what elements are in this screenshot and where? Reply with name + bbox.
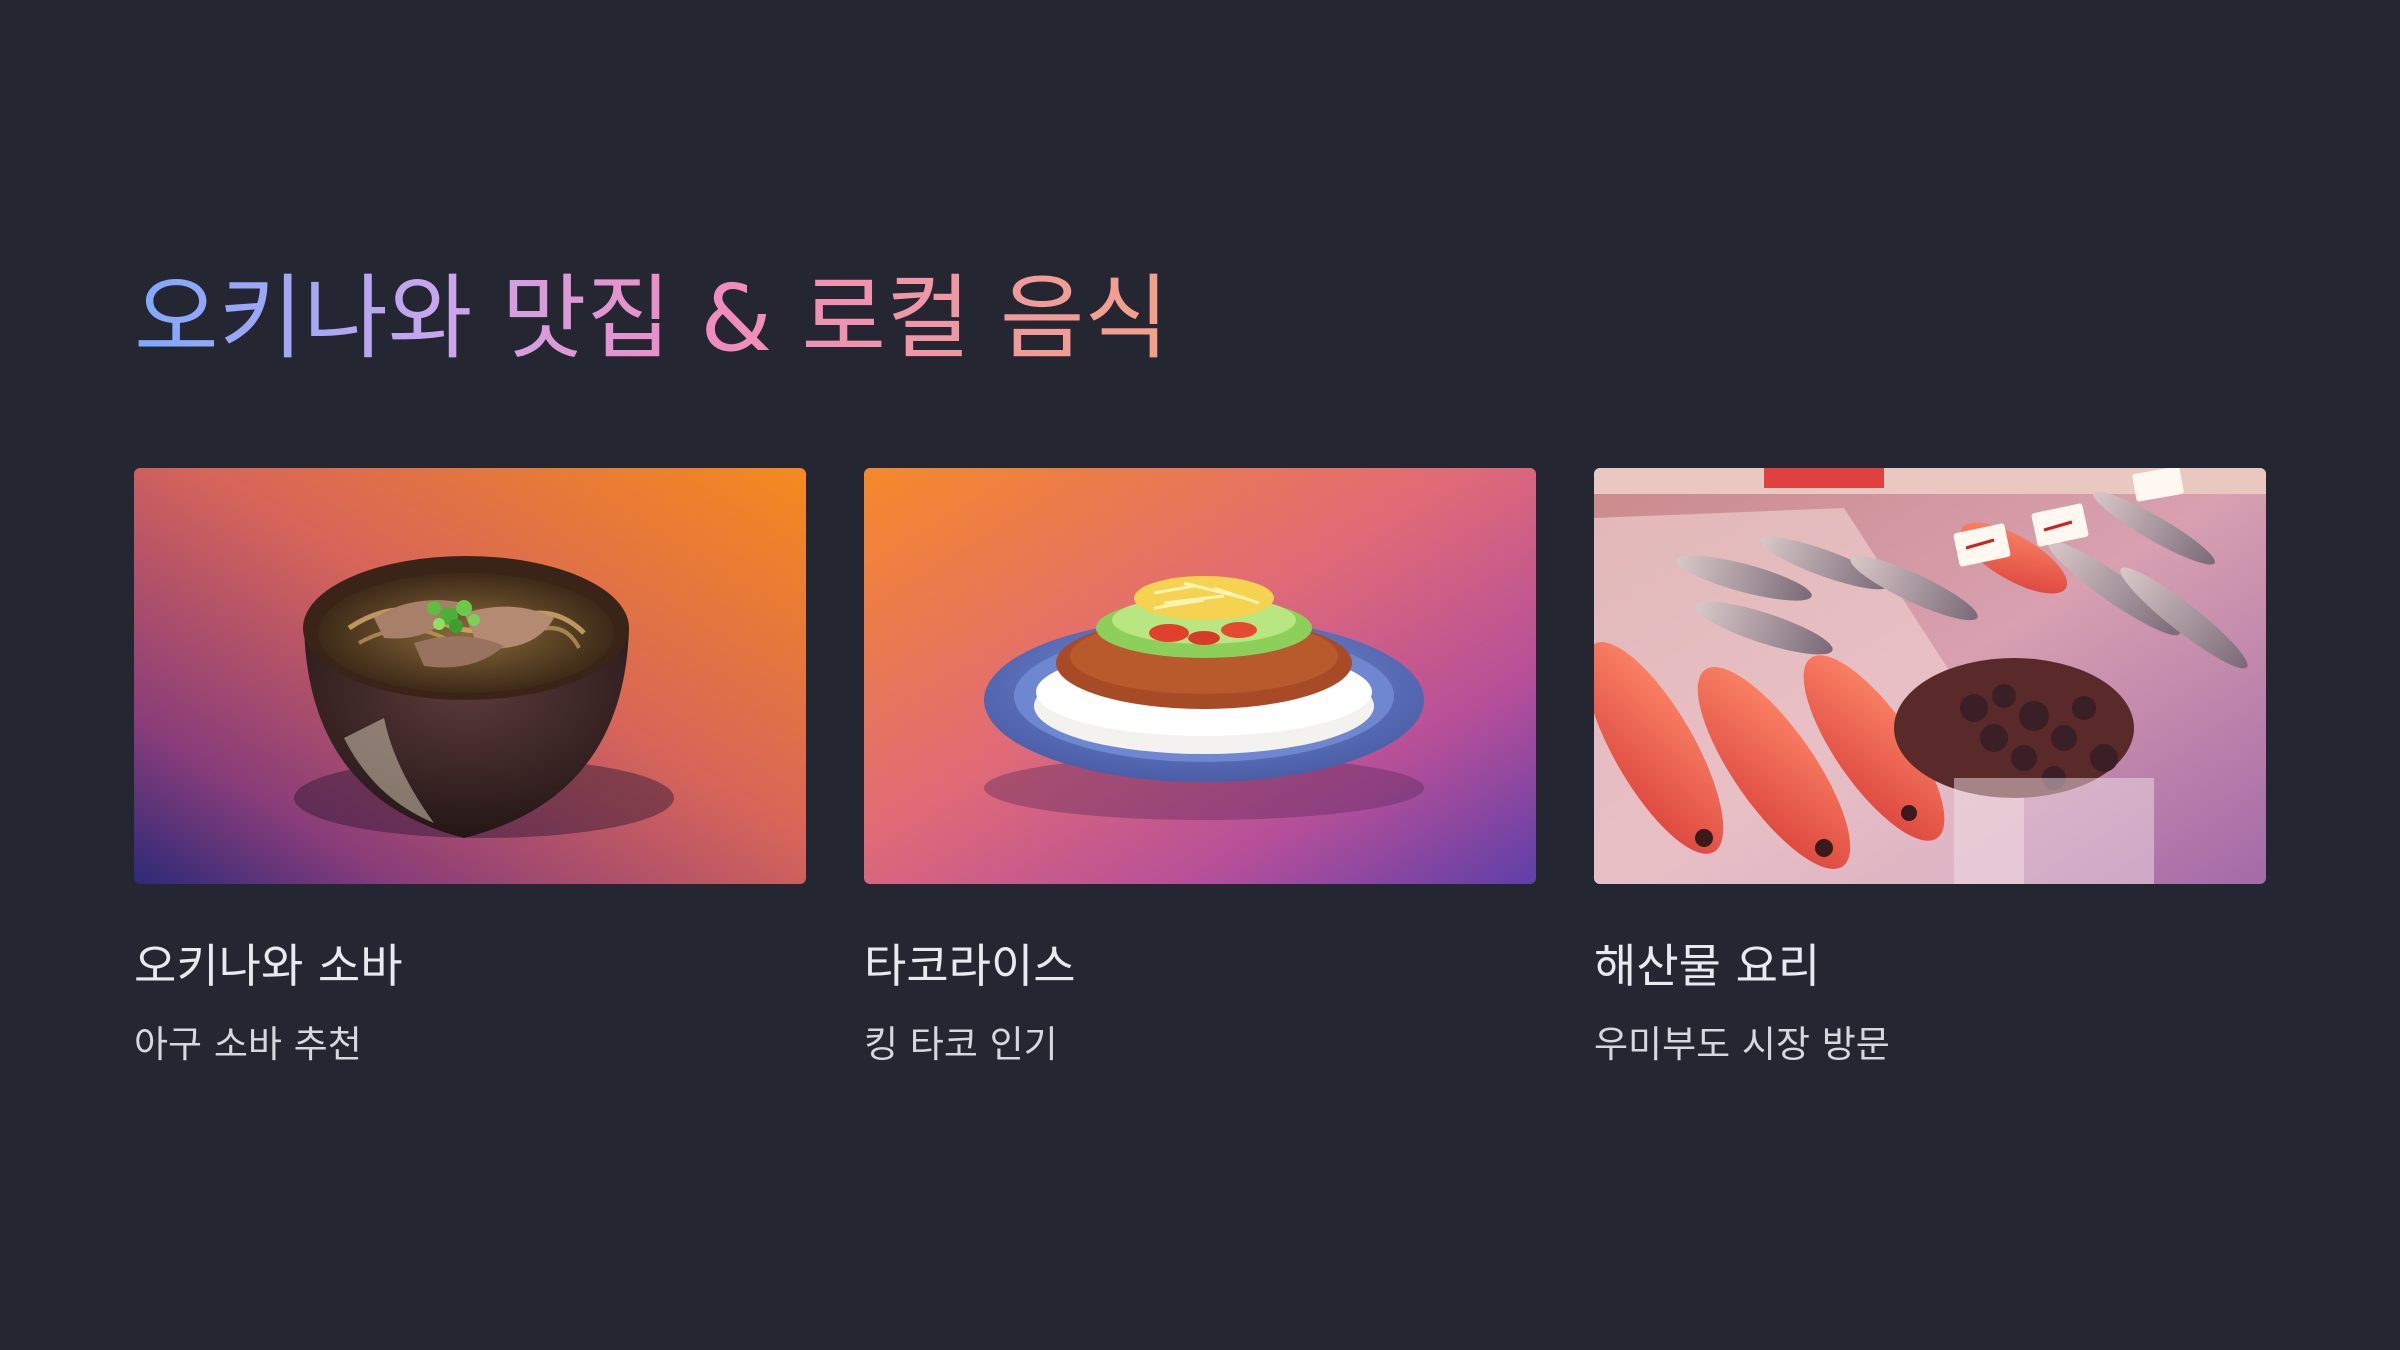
card-title: 오키나와 소바	[134, 939, 403, 993]
slide-title: 오키나와 맛집 & 로컬 음식	[134, 265, 1170, 372]
card-subtitle: 아구 소바 추천	[134, 1023, 362, 1066]
card-title: 해산물 요리	[1594, 939, 1821, 993]
card-title: 타코라이스	[864, 939, 1076, 993]
card-subtitle: 킹 타코 인기	[864, 1023, 1058, 1066]
food-card-okinawa-soba: 오키나와 소바 아구 소바 추천	[134, 468, 806, 1066]
food-card-seafood: 해산물 요리 우미부도 시장 방문	[1594, 468, 2266, 1066]
card-subtitle: 우미부도 시장 방문	[1594, 1023, 1890, 1066]
taco-rice-image	[864, 468, 1536, 884]
seafood-market-image	[1594, 468, 2266, 884]
okinawa-soba-image	[134, 468, 806, 884]
food-card-taco-rice: 타코라이스 킹 타코 인기	[864, 468, 1536, 1066]
